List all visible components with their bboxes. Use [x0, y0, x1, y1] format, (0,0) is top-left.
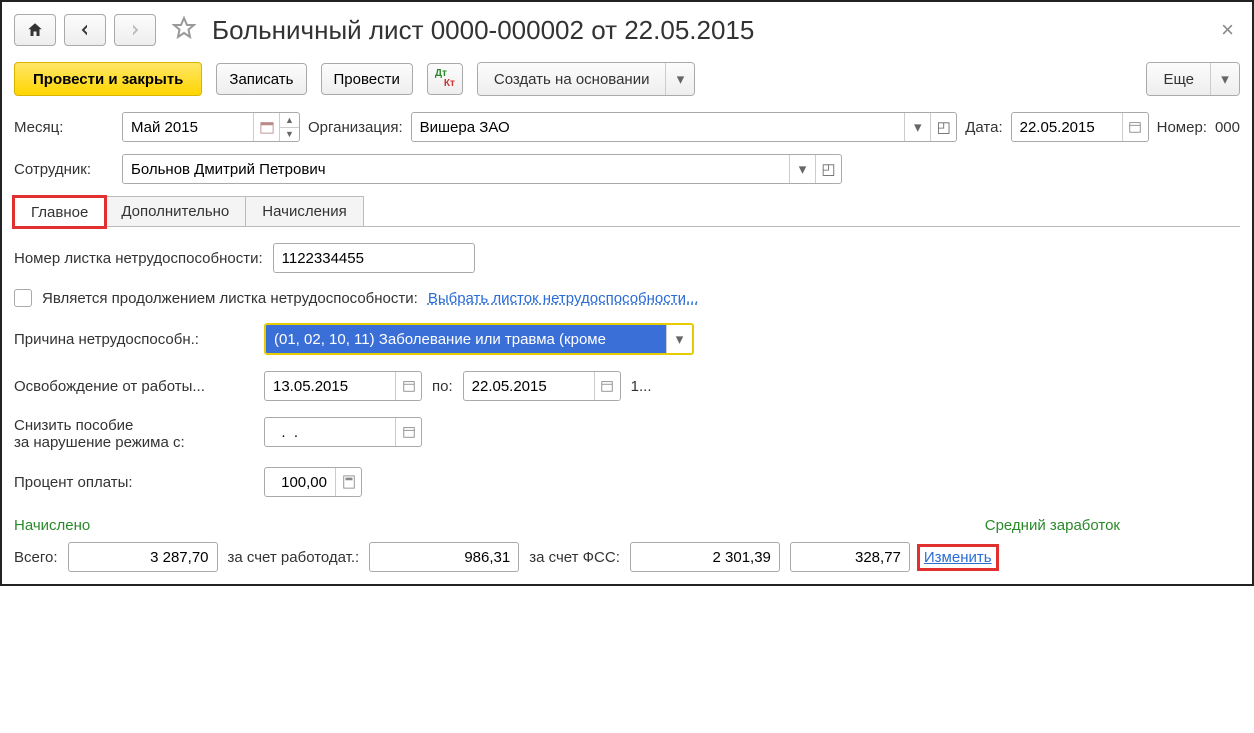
date-label: Дата: — [965, 119, 1002, 136]
tab-additional[interactable]: Дополнительно — [104, 196, 246, 226]
tab-accruals[interactable]: Начисления — [245, 196, 363, 226]
month-down[interactable]: ▼ — [280, 128, 299, 142]
release-from-field[interactable] — [264, 371, 422, 401]
close-icon[interactable]: × — [1215, 17, 1240, 43]
avg-earnings-heading: Средний заработок — [985, 517, 1120, 534]
post-and-close-button[interactable]: Провести и закрыть — [14, 62, 202, 96]
org-label: Организация: — [308, 119, 403, 136]
release-to-label: по: — [432, 378, 453, 395]
calendar-icon[interactable] — [395, 418, 421, 446]
sheet-number-label: Номер листка нетрудоспособности: — [14, 250, 263, 267]
employee-field[interactable]: ▾ ◰ — [122, 154, 842, 184]
is-continuation-label: Является продолжением листка нетрудоспос… — [42, 290, 418, 307]
total-value[interactable] — [68, 542, 218, 572]
release-to-field[interactable] — [463, 371, 621, 401]
nav-forward-button[interactable] — [114, 14, 156, 46]
release-label: Освобождение от работы... — [14, 378, 254, 395]
chevron-down-icon[interactable]: ▾ — [1211, 63, 1239, 95]
calendar-icon[interactable] — [594, 372, 620, 400]
month-field[interactable]: ▲ ▼ — [122, 112, 300, 142]
number-label: Номер: — [1157, 119, 1207, 136]
reduce-label-2: за нарушение режима с: — [14, 434, 254, 451]
calendar-icon[interactable] — [395, 372, 421, 400]
month-label: Месяц: — [14, 119, 114, 136]
save-button[interactable]: Записать — [216, 63, 306, 95]
more-button[interactable]: Еще ▾ — [1146, 62, 1240, 96]
calculator-icon[interactable] — [335, 468, 361, 496]
chevron-down-icon[interactable]: ▾ — [666, 63, 694, 95]
org-dropdown-icon[interactable]: ▾ — [904, 113, 930, 141]
employee-dropdown-icon[interactable]: ▾ — [789, 155, 815, 183]
reason-label: Причина нетрудоспособн.: — [14, 331, 254, 348]
employer-label: за счет работодат.: — [228, 549, 360, 566]
fss-value[interactable] — [630, 542, 780, 572]
employer-value[interactable] — [369, 542, 519, 572]
nav-back-button[interactable] — [64, 14, 106, 46]
release-suffix: 1... — [631, 378, 652, 395]
org-open-icon[interactable]: ◰ — [930, 113, 956, 141]
select-sheet-link[interactable]: Выбрать листок нетрудоспособности... — [428, 290, 699, 307]
tab-main[interactable]: Главное — [14, 197, 105, 227]
reason-field[interactable]: (01, 02, 10, 11) Заболевание или травма … — [264, 323, 694, 355]
reduce-label-1: Снизить пособие — [14, 417, 254, 434]
month-picker-icon[interactable] — [253, 113, 279, 141]
date-picker-icon[interactable] — [1122, 113, 1148, 141]
reason-dropdown-icon[interactable]: ▾ — [666, 325, 692, 353]
reduce-date-field[interactable] — [264, 417, 422, 447]
org-field[interactable]: ▾ ◰ — [411, 112, 958, 142]
page-title: Больничный лист 0000-000002 от 22.05.201… — [212, 15, 754, 46]
change-link[interactable]: Изменить — [920, 547, 996, 568]
avg-value[interactable] — [790, 542, 910, 572]
home-button[interactable] — [14, 14, 56, 46]
date-field[interactable] — [1011, 112, 1149, 142]
employee-open-icon[interactable]: ◰ — [815, 155, 841, 183]
employee-label: Сотрудник: — [14, 161, 114, 178]
accrued-heading: Начислено — [14, 517, 985, 534]
create-based-on-button[interactable]: Создать на основании ▾ — [477, 62, 696, 96]
month-up[interactable]: ▲ — [280, 113, 299, 128]
fss-label: за счет ФСС: — [529, 549, 620, 566]
register-entries-button[interactable]: ДтКт — [427, 63, 463, 95]
favorite-star-icon[interactable] — [172, 16, 196, 44]
percent-field[interactable] — [264, 467, 362, 497]
post-button[interactable]: Провести — [321, 63, 413, 95]
number-value: 000 — [1215, 119, 1240, 136]
sheet-number-field[interactable] — [273, 243, 475, 273]
is-continuation-checkbox[interactable] — [14, 289, 32, 307]
percent-label: Процент оплаты: — [14, 474, 254, 491]
total-label: Всего: — [14, 549, 58, 566]
